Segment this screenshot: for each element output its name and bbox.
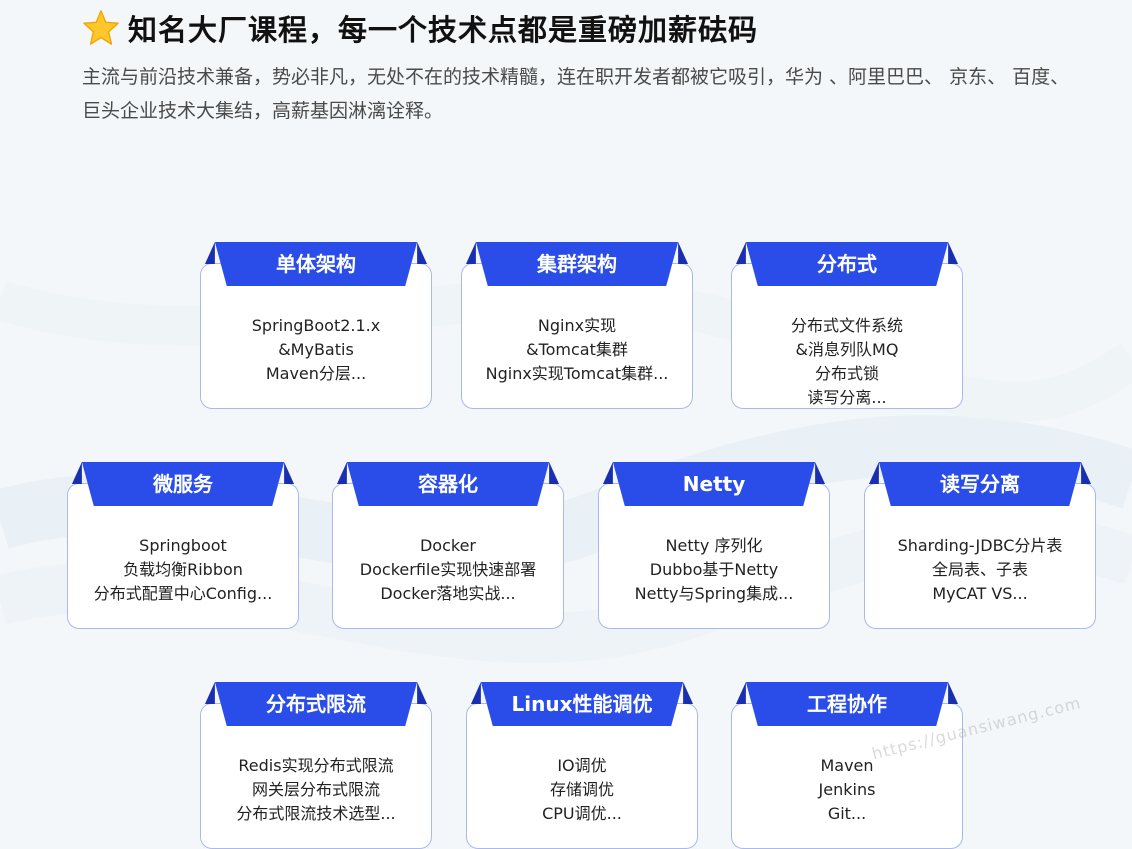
card-topic-line: Redis实现分布式限流 — [238, 756, 394, 775]
page-title: 知名大厂课程，每一个技术点都是重磅加薪砝码 — [128, 13, 759, 47]
card-title: Netty — [682, 472, 746, 496]
card-topics: Springboot 负载均衡Ribbon 分布式配置中心Config... — [68, 534, 298, 606]
card-title-banner: Netty — [599, 462, 829, 508]
card-topic-line: Docker — [419, 536, 477, 555]
card-topic-line: 负载均衡Ribbon — [123, 560, 243, 579]
card-title-banner: 分布式限流 — [201, 682, 431, 728]
card-topic-line: SpringBoot2.1.x — [251, 316, 381, 335]
course-card: 分布式分布式文件系统 &消息列队MQ 分布式锁读写分离... — [731, 242, 963, 410]
course-card: 容器化 Docker Dockerfile实现快速部署 Docker落地实战... — [332, 462, 564, 629]
card-topic-line: Docker落地实战... — [380, 584, 516, 603]
card-title: 读写分离 — [940, 472, 1020, 496]
card-topic-line: Git... — [827, 804, 867, 823]
card-title-banner: 读写分离 — [865, 462, 1095, 508]
card-topic-line: Sharding-JDBC分片表 — [897, 536, 1063, 555]
card-topic-line: Dockerfile实现快速部署 — [359, 560, 537, 579]
course-card: 单体架构 SpringBoot2.1.x &MyBatis Maven分层... — [200, 242, 432, 409]
card-topic-line: Maven — [820, 756, 874, 775]
card-topic-line: IO调优 — [557, 756, 607, 775]
card-title-banner: 分布式 — [732, 242, 962, 288]
card-topic-line: Dubbo基于Netty — [649, 560, 779, 579]
card-topic-line: &MyBatis — [278, 340, 354, 359]
course-card: 分布式限流 Redis实现分布式限流 网关层分布式限流 分布式限流技术选型... — [200, 682, 432, 849]
card-topics: 分布式文件系统 &消息列队MQ 分布式锁读写分离... — [732, 314, 962, 410]
card-title: 集群架构 — [537, 252, 617, 276]
card-title: Linux性能调优 — [511, 692, 653, 716]
card-topic-line: 分布式配置中心Config... — [93, 584, 273, 603]
card-title: 微服务 — [153, 472, 213, 496]
card-title: 容器化 — [418, 472, 478, 496]
course-card: 微服务 Springboot 负载均衡Ribbon 分布式配置中心Config... — [67, 462, 299, 629]
card-topic-line: Jenkins — [818, 780, 876, 799]
card-topic-line: Netty 序列化 — [665, 536, 763, 555]
star-icon — [83, 10, 119, 45]
card-topics: Redis实现分布式限流 网关层分布式限流 分布式限流技术选型... — [201, 754, 431, 826]
course-card: 工程协作 Maven Jenkins Git... — [731, 682, 963, 849]
card-topic-line: &Tomcat集群 — [526, 340, 628, 359]
card-topics: Netty 序列化 Dubbo基于Netty Netty与Spring集成... — [599, 534, 829, 606]
card-topic-line: 网关层分布式限流 — [251, 780, 380, 799]
course-card: 读写分离 Sharding-JDBC分片表 全局表、子表 MyCAT VS... — [864, 462, 1096, 629]
card-topics: Maven Jenkins Git... — [732, 754, 962, 826]
card-title-banner: Linux性能调优 — [467, 682, 697, 728]
card-topic-line: Nginx实现Tomcat集群... — [485, 364, 669, 383]
card-topic-line: 分布式限流技术选型... — [236, 804, 396, 823]
card-topic-line: 存储调优 — [549, 780, 614, 799]
card-topic-line: Springboot — [139, 536, 227, 555]
card-topic-line: &消息列队MQ — [795, 340, 899, 359]
card-topic-line: Maven分层... — [265, 364, 367, 383]
course-card: Netty Netty 序列化 Dubbo基于Netty Netty与Spring集成… — [598, 462, 830, 629]
card-title-banner: 容器化 — [333, 462, 563, 508]
card-topic-line: 分布式锁 — [814, 364, 879, 383]
card-topic-line: CPU调优... — [542, 804, 622, 823]
card-topic-line: 分布式文件系统 — [790, 316, 903, 335]
course-card: Linux性能调优 IO调优存储调优 CPU调优... — [466, 682, 698, 849]
card-topics: Sharding-JDBC分片表 全局表、子表 MyCAT VS... — [865, 534, 1095, 606]
card-title-banner: 单体架构 — [201, 242, 431, 288]
card-topics: Nginx实现 &Tomcat集群 Nginx实现Tomcat集群... — [462, 314, 692, 386]
card-topics: IO调优存储调优 CPU调优... — [467, 754, 697, 826]
header: 知名大厂课程，每一个技术点都是重磅加薪砝码 主流与前沿技术兼备，势必非凡，无处不… — [82, 8, 1102, 128]
card-title: 单体架构 — [276, 252, 356, 276]
card-title-banner: 微服务 — [68, 462, 298, 508]
card-title-banner: 集群架构 — [462, 242, 692, 288]
card-topics: SpringBoot2.1.x &MyBatis Maven分层... — [201, 314, 431, 386]
course-card: 集群架构 Nginx实现 &Tomcat集群 Nginx实现Tomcat集群... — [461, 242, 693, 409]
card-topic-line: 读写分离... — [807, 388, 887, 407]
card-title: 分布式 — [817, 252, 877, 276]
card-topic-line: Netty与Spring集成... — [634, 584, 794, 603]
card-topics: Docker Dockerfile实现快速部署 Docker落地实战... — [333, 534, 563, 606]
title-row: 知名大厂课程，每一个技术点都是重磅加薪砝码 — [82, 8, 1102, 48]
page-subtitle: 主流与前沿技术兼备，势必非凡，无处不在的技术精髓，连在职开发者都被它吸引，华为 … — [82, 66, 1070, 122]
card-topic-line: Nginx实现 — [537, 316, 617, 335]
card-topic-line: MyCAT VS... — [932, 584, 1028, 603]
card-title: 工程协作 — [807, 692, 887, 716]
card-title: 分布式限流 — [266, 692, 366, 716]
card-title-banner: 工程协作 — [732, 682, 962, 728]
card-topic-line: 全局表、子表 — [931, 560, 1028, 579]
